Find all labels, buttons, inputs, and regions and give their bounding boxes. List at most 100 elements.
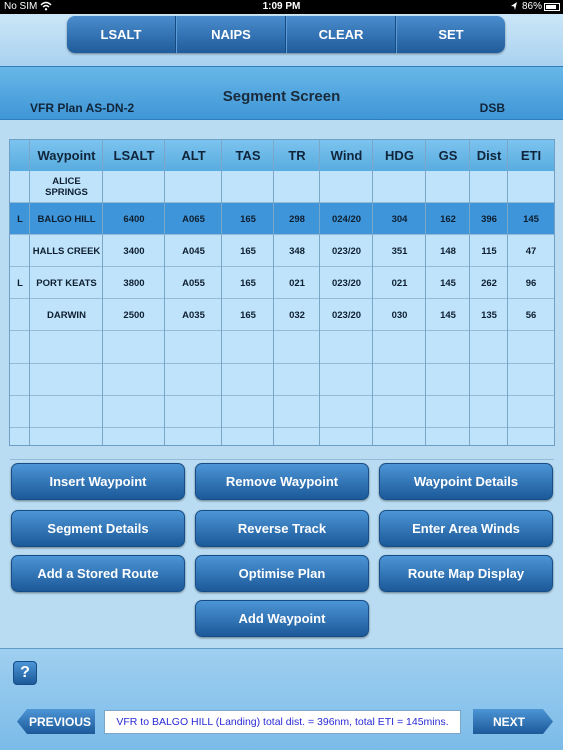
column-divider [372,140,373,445]
cell-tr: 298 [289,213,305,225]
screen-header: Segment Screen VFR Plan AS-DN-2 DSB [0,66,563,120]
naips-button[interactable]: NAIPS [176,16,286,53]
cell-alt: A065 [182,213,205,225]
cell-hdg: 304 [391,213,408,225]
column-divider [469,140,470,445]
enter-area-winds-button[interactable]: Enter Area Winds [379,510,553,547]
help-button[interactable]: ? [13,661,37,685]
column-header-dist[interactable]: Dist [470,140,508,171]
cell-dist: 396 [481,213,497,225]
clock: 1:09 PM [262,1,301,12]
cell-gs: 148 [440,245,456,257]
cell-tr [274,171,320,203]
cell-tas: 165 [240,277,256,289]
cell-eti: 47 [525,245,537,257]
column-header-waypoint[interactable]: Waypoint [30,140,103,171]
cell-hdg: 021 [391,277,408,289]
cell-gs: 162 [440,213,456,225]
location-arrow-icon [510,1,518,14]
route-map-display-button[interactable]: Route Map Display [379,555,553,592]
empty-row-line [10,427,554,428]
cell-tas: 165 [240,309,256,321]
cell-lsalt: 3800 [123,277,145,289]
cell-hdg: 351 [391,245,408,257]
cell-gs: 145 [440,277,456,289]
next-button[interactable]: NEXT [473,709,553,734]
segment-table: Waypoint LSALT ALT TAS TR Wind HDG GS Dist ETI AL… [9,139,555,460]
cell-dist: 135 [481,309,497,321]
optimise-plan-button[interactable]: Optimise Plan [195,555,369,592]
cell-flag [10,235,30,267]
table-header: Waypoint LSALT ALT TAS TR Wind HDG GS Dist ETI [10,140,554,171]
cell-waypoint: DARWIN [47,309,86,321]
cell-gs [426,171,470,203]
column-header-gs[interactable]: GS [426,140,470,171]
column-header-eti[interactable]: ETI [508,140,554,171]
waypoint-details-button[interactable]: Waypoint Details [379,463,553,500]
set-button[interactable]: SET [396,16,505,53]
clear-button[interactable]: CLEAR [286,16,396,53]
cell-flag: L [17,213,23,225]
cell-dist: 262 [481,277,497,289]
cell-alt: A035 [182,309,205,321]
cell-waypoint: HALLS CREEK [32,245,101,257]
cell-alt [165,171,222,203]
table-row[interactable]: HALLS CREEK 3400 A045 165 348 023/20 351 148 115… [10,235,554,267]
cell-lsalt: 6400 [123,213,145,225]
cell-eti [508,171,554,203]
battery-icon [544,3,560,11]
column-divider [273,140,274,445]
lsalt-button[interactable]: LSALT [67,16,176,53]
cell-tas: 165 [240,213,256,225]
pilot-initials: DSB [479,101,505,115]
bottom-bar: ? PREVIOUS VFR to BALGO HILL (Landing) t… [0,648,563,750]
cell-hdg: 030 [391,309,408,321]
cell-wind: 023/20 [331,277,362,289]
remove-waypoint-button[interactable]: Remove Waypoint [195,463,369,500]
cell-wind: 023/20 [331,309,362,321]
cell-flag [10,299,30,331]
previous-button[interactable]: PREVIOUS [17,709,95,734]
column-header-flag[interactable] [10,140,30,171]
top-toolbar: LSALT NAIPS CLEAR SET [0,14,563,66]
cell-wind: 023/20 [331,245,362,257]
cell-gs: 145 [440,309,456,321]
table-row[interactable]: L BALGO HILL 6400 A065 165 298 024/20 304 162 396… [10,203,554,235]
column-header-tas[interactable]: TAS [222,140,274,171]
cell-tr: 348 [289,245,305,257]
column-divider [507,140,508,445]
column-header-hdg[interactable]: HDG [373,140,426,171]
add-stored-route-button[interactable]: Add a Stored Route [11,555,185,592]
column-divider [221,140,222,445]
table-row[interactable]: DARWIN 2500 A035 165 032 023/20 030 145 135 56 [10,299,554,331]
cell-lsalt [103,171,165,203]
table-row[interactable]: ALICE SPRINGS [10,171,554,203]
column-divider [102,140,103,445]
cell-waypoint: BALGO HILL [37,213,96,225]
cell-dist: 115 [481,245,497,257]
cell-lsalt: 3400 [123,245,145,257]
route-summary-message: VFR to BALGO HILL (Landing) total dist. … [104,710,461,734]
add-waypoint-button[interactable]: Add Waypoint [195,600,369,637]
segment-details-button[interactable]: Segment Details [11,510,185,547]
column-header-lsalt[interactable]: LSALT [103,140,165,171]
column-divider [319,140,320,445]
cell-tr: 021 [289,277,305,289]
column-header-tr[interactable]: TR [274,140,320,171]
cell-lsalt: 2500 [123,309,145,321]
column-header-wind[interactable]: Wind [320,140,373,171]
cell-wind: 024/20 [331,213,362,225]
cell-alt: A055 [182,277,205,289]
cell-flag: L [17,277,23,289]
cell-eti: 96 [525,277,537,289]
cell-tas [222,171,274,203]
cell-eti: 145 [523,213,539,225]
table-row[interactable]: L PORT KEATS 3800 A055 165 021 023/20 021 145 262… [10,267,554,299]
cell-wind [320,171,373,203]
column-header-alt[interactable]: ALT [165,140,222,171]
empty-row-line [10,459,554,460]
insert-waypoint-button[interactable]: Insert Waypoint [11,463,185,500]
reverse-track-button[interactable]: Reverse Track [195,510,369,547]
column-divider [164,140,165,445]
cell-dist [470,171,508,203]
